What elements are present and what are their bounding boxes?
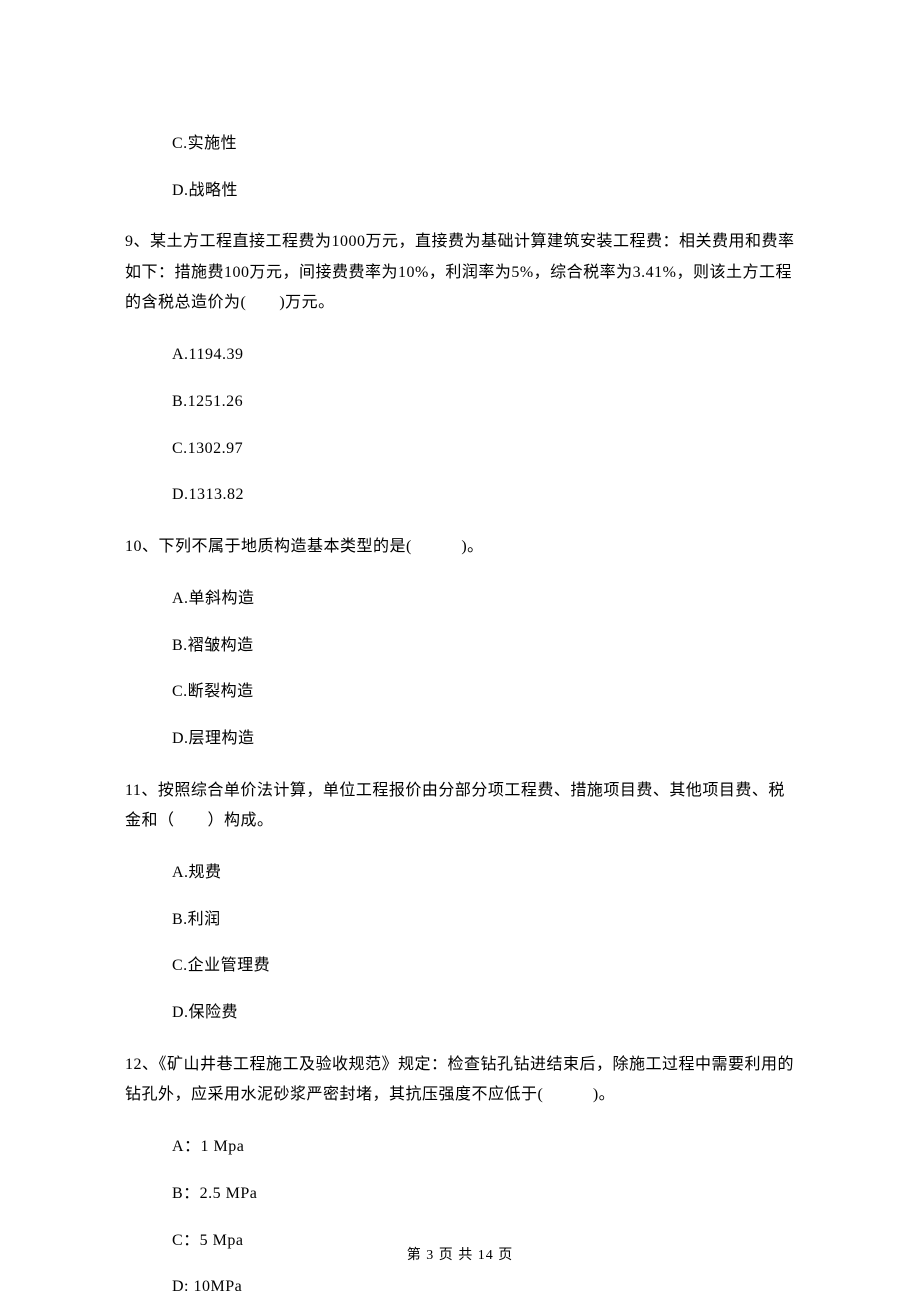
q9-option-a: A.1194.39 — [172, 342, 800, 368]
q11-stem: 11、按照综合单价法计算，单位工程报价由分部分项工程费、措施项目费、其他项目费、… — [125, 776, 800, 837]
q10-option-a: A.单斜构造 — [172, 586, 800, 612]
q8-option-d: D.战略性 — [172, 178, 800, 204]
q10-option-c: C.断裂构造 — [172, 679, 800, 705]
q11-option-a: A.规费 — [172, 860, 800, 886]
q11-option-b: B.利润 — [172, 907, 800, 933]
q12-option-b: B：2.5 MPa — [172, 1181, 800, 1207]
q12-stem: 12、《矿山井巷工程施工及验收规范》规定：检查钻孔钻进结束后，除施工过程中需要利… — [125, 1050, 800, 1111]
q11-option-c: C.企业管理费 — [172, 953, 800, 979]
q9-option-c: C.1302.97 — [172, 436, 800, 462]
q10-stem: 10、下列不属于地质构造基本类型的是( )。 — [125, 532, 800, 562]
q11-option-d: D.保险费 — [172, 1000, 800, 1026]
page-footer: 第 3 页 共 14 页 — [0, 1244, 920, 1264]
q10-option-d: D.层理构造 — [172, 726, 800, 752]
q10-option-b: B.褶皱构造 — [172, 633, 800, 659]
q9-option-b: B.1251.26 — [172, 389, 800, 415]
q8-option-c: C.实施性 — [172, 131, 800, 157]
q9-stem: 9、某土方工程直接工程费为1000万元，直接费为基础计算建筑安装工程费：相关费用… — [125, 227, 800, 318]
q9-option-d: D.1313.82 — [172, 482, 800, 508]
page-body: C.实施性 D.战略性 9、某土方工程直接工程费为1000万元，直接费为基础计算… — [0, 0, 920, 1300]
q12-option-a: A：1 Mpa — [172, 1134, 800, 1160]
q12-option-d: D: 10MPa — [172, 1274, 800, 1300]
